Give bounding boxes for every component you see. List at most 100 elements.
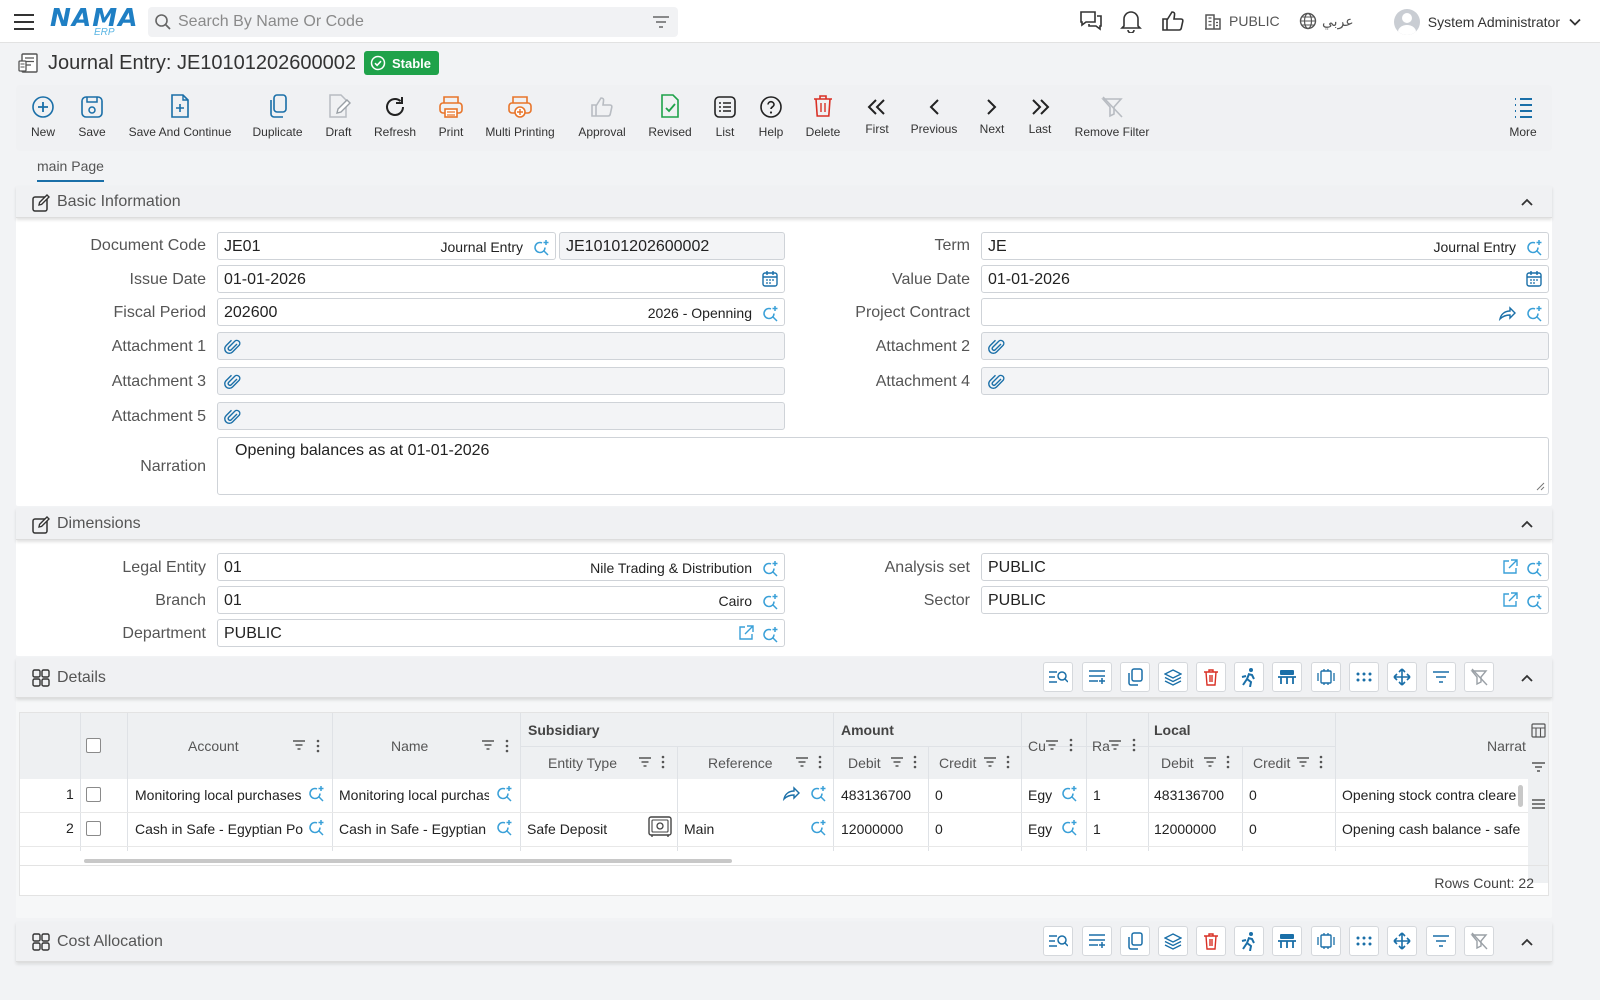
cell-local-debit[interactable]: 12000000 [1154, 821, 1216, 837]
chevron-up-icon[interactable] [1520, 195, 1534, 209]
lookup-icon[interactable] [1525, 559, 1543, 577]
column-filter-icon[interactable] [1296, 756, 1310, 768]
document-number-field[interactable]: JE10101202600002 [559, 232, 785, 260]
column-filter-icon[interactable] [983, 756, 997, 768]
cell-local-debit[interactable]: 483136700 [1154, 787, 1224, 803]
table-settings-button[interactable] [1272, 926, 1302, 956]
add-row-button[interactable] [1082, 662, 1112, 692]
column-menu-icon[interactable] [1069, 738, 1073, 752]
search-rows-button[interactable] [1043, 926, 1073, 956]
lookup-icon[interactable] [761, 559, 779, 577]
lookup-icon[interactable] [1525, 592, 1543, 610]
lookup-icon[interactable] [809, 784, 827, 802]
remove-filter-button[interactable]: Remove Filter [1074, 93, 1150, 139]
open-external-icon[interactable] [1502, 592, 1518, 608]
column-filter-icon[interactable] [638, 756, 652, 768]
side-filter-icon[interactable] [1531, 761, 1546, 773]
copy-row-button[interactable] [1120, 662, 1150, 692]
column-filter-icon[interactable] [1108, 739, 1122, 751]
duplicate-button[interactable]: Duplicate [250, 93, 305, 139]
refresh-button[interactable]: Refresh [373, 93, 417, 139]
col-local-credit[interactable]: Credit [1253, 755, 1290, 771]
cell-name[interactable]: Cash in Safe - Egyptian I [339, 821, 489, 837]
term-field[interactable]: JE Journal Entry [981, 232, 1549, 260]
first-button[interactable]: First [862, 93, 892, 136]
logo[interactable]: NAMA ERP [50, 4, 138, 39]
cell-currency[interactable]: Egy [1028, 821, 1052, 837]
share-icon[interactable] [1498, 304, 1516, 322]
clear-filter-button[interactable] [1464, 662, 1494, 692]
globe-icon[interactable] [1299, 12, 1317, 30]
column-menu-icon[interactable] [316, 739, 320, 753]
lookup-icon[interactable] [307, 784, 325, 802]
columns-button[interactable] [1311, 926, 1341, 956]
value-date-field[interactable]: 01-01-2026 [981, 265, 1549, 293]
column-filter-icon[interactable] [890, 756, 904, 768]
cell-account[interactable]: Monitoring local purchases [135, 787, 303, 803]
side-menu-icon[interactable] [1531, 798, 1546, 810]
resize-handle-icon[interactable] [1536, 482, 1545, 491]
drag-dots-button[interactable] [1349, 662, 1379, 692]
attachment-4-field[interactable] [981, 367, 1549, 395]
column-menu-icon[interactable] [818, 755, 822, 769]
paperclip-icon[interactable] [224, 408, 242, 426]
calendar-icon[interactable] [762, 271, 778, 287]
multi-printing-button[interactable]: Multi Printing [484, 93, 556, 139]
attachment-2-field[interactable] [981, 332, 1549, 360]
copy-row-button[interactable] [1120, 926, 1150, 956]
new-button[interactable]: New [28, 93, 58, 139]
column-menu-icon[interactable] [1226, 755, 1230, 769]
open-external-icon[interactable] [738, 625, 754, 641]
bell-icon[interactable] [1120, 9, 1142, 33]
cell-credit[interactable]: 0 [935, 821, 943, 837]
project-contract-field[interactable] [981, 298, 1549, 326]
column-filter-icon[interactable] [1045, 739, 1059, 751]
filter-button[interactable] [1426, 662, 1456, 692]
attachment-5-field[interactable] [217, 402, 785, 430]
print-button[interactable]: Print [436, 93, 466, 139]
drag-dots-button[interactable] [1349, 926, 1379, 956]
col-local-debit[interactable]: Debit [1161, 755, 1194, 771]
company-name[interactable]: PUBLIC [1229, 13, 1280, 29]
cell-local-credit[interactable]: 0 [1249, 821, 1257, 837]
col-credit[interactable]: Credit [939, 755, 976, 771]
column-menu-icon[interactable] [1319, 755, 1323, 769]
delete-row-button[interactable] [1196, 926, 1226, 956]
lookup-icon[interactable] [495, 784, 513, 802]
table-row[interactable]: 2 Cash in Safe - Egyptian Po Cash in Saf… [20, 813, 1528, 847]
column-filter-icon[interactable] [795, 756, 809, 768]
run-button[interactable] [1234, 662, 1264, 692]
lookup-icon[interactable] [532, 238, 550, 256]
col-narration[interactable]: Narrat [1487, 738, 1526, 754]
table-settings-button[interactable] [1272, 662, 1302, 692]
cell-narration[interactable]: Opening stock contra cleare [1342, 787, 1520, 803]
document-code-field[interactable]: JE01 Journal Entry [217, 232, 556, 260]
column-menu-icon[interactable] [661, 755, 665, 769]
revised-button[interactable]: Revised [646, 93, 694, 139]
paperclip-icon[interactable] [988, 373, 1006, 391]
chat-icon[interactable] [1078, 9, 1104, 33]
column-menu-icon[interactable] [1132, 738, 1136, 752]
column-menu-icon[interactable] [505, 739, 509, 753]
save-and-continue-button[interactable]: Save And Continue [126, 93, 234, 139]
table-layout-icon[interactable] [1531, 723, 1546, 738]
analysis-set-field[interactable]: PUBLIC [981, 553, 1549, 581]
cell-reference[interactable]: Main [684, 821, 774, 837]
add-row-button[interactable] [1082, 926, 1112, 956]
col-currency[interactable]: Cu [1028, 738, 1046, 754]
select-all-checkbox[interactable] [86, 738, 101, 753]
cell-name[interactable]: Monitoring local purchas [339, 787, 489, 803]
dimensions-header[interactable]: Dimensions [16, 508, 1552, 540]
move-button[interactable] [1387, 926, 1417, 956]
cell-debit[interactable]: 483136700 [841, 787, 911, 803]
filter-button[interactable] [1426, 926, 1456, 956]
cell-account[interactable]: Cash in Safe - Egyptian Po [135, 821, 303, 837]
chevron-up-icon[interactable] [1520, 935, 1534, 949]
attachment-1-field[interactable] [217, 332, 785, 360]
save-button[interactable]: Save [76, 93, 108, 139]
column-filter-icon[interactable] [1203, 756, 1217, 768]
lookup-icon[interactable] [761, 304, 779, 322]
col-account[interactable]: Account [188, 738, 239, 754]
lookup-icon[interactable] [761, 592, 779, 610]
horizontal-scrollbar[interactable] [84, 859, 732, 863]
